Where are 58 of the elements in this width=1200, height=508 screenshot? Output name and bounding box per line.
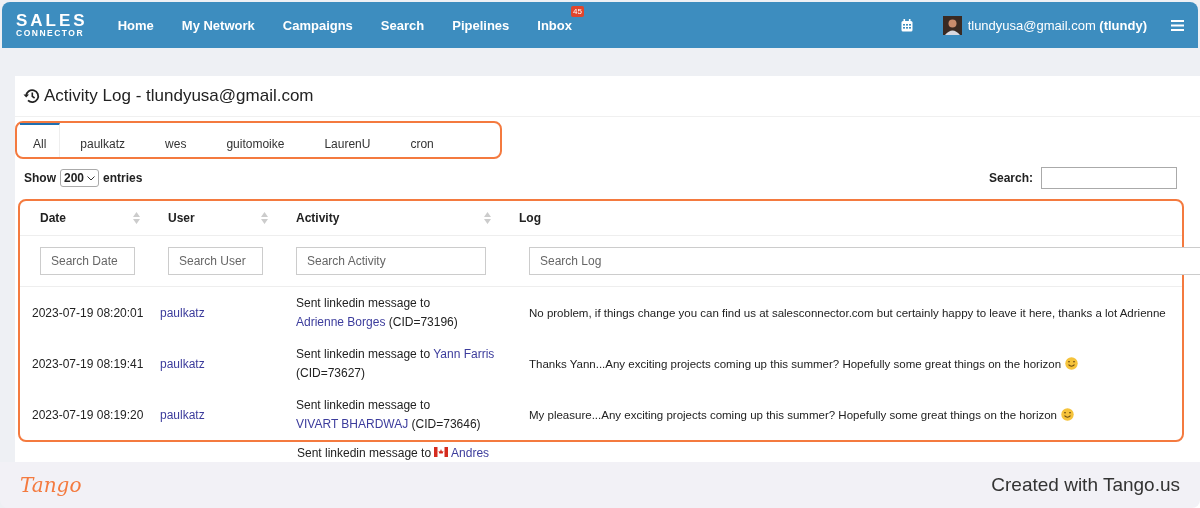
credit-text: Created with Tango.us (991, 474, 1180, 496)
sort-icon (133, 212, 140, 224)
log-message: My pleasure...Any exciting projects coming up this summer? Hopefully some great things on the horizon (529, 408, 1057, 421)
unread-count-badge: 45 (571, 6, 584, 17)
nav-link[interactable]: Campaigns (282, 18, 353, 33)
page-title: Activity Log - tlundyusa@gmail.com (44, 86, 314, 106)
entries-dropdown[interactable]: 200 (60, 169, 100, 187)
column-filter-field[interactable]: Search Log (529, 247, 1200, 275)
nav-link[interactable]: Inbox (537, 18, 572, 33)
contact-link[interactable]: Andres (451, 446, 490, 460)
user-tab[interactable]: paulkatz (80, 123, 126, 157)
column-filter-field[interactable]: Search User (168, 247, 263, 275)
history-icon (23, 88, 40, 104)
smiley-icon (1061, 408, 1074, 421)
chevron-icon (87, 175, 96, 181)
contact-link[interactable]: Yann Farris (433, 346, 495, 361)
column-header[interactable]: Log (499, 211, 1182, 225)
activity-cell-text: Sent linkedin message to Yann Farris (CID=73627) (295, 345, 496, 382)
entries-label: entries (103, 171, 143, 185)
search-field[interactable] (1041, 167, 1177, 189)
log-message: No problem, if things change you can find us at salesconnector.com but certainly happy to leave it here, thanks a lot Adrienne (529, 306, 1166, 319)
user-tab[interactable]: cron (410, 123, 434, 157)
user-link[interactable]: paulkatz (148, 356, 276, 371)
logo[interactable]: SALES CONNECTOR (16, 12, 88, 38)
avatar-icon[interactable] (942, 15, 962, 35)
column-header[interactable]: Activity (276, 211, 499, 225)
nav-link[interactable]: Search (380, 18, 425, 33)
user-link[interactable]: paulkatz (148, 407, 276, 422)
log-message: Thanks Yann...Any exciting projects coming up this summer? Hopefully some great things on the horizon (529, 357, 1062, 370)
user-tab[interactable]: LaurenU (324, 123, 371, 157)
sort-icon (484, 212, 491, 224)
activity-cell-text: Sent linkedin message to Andres (296, 446, 491, 460)
contact-link[interactable]: Adrienne Borges (296, 314, 386, 329)
contact-link[interactable]: VIVART BHARDWAJ (296, 416, 409, 431)
brand-logo: Tango (20, 473, 82, 497)
date-cell-text: 2023-07-19 08:19:20 (31, 407, 145, 422)
column-filter-field[interactable]: Search Activity (296, 247, 486, 275)
search-label: Search: (988, 171, 1033, 185)
smiley-icon (1065, 357, 1079, 370)
date-cell-text: 2023-07-19 08:19:41 (31, 356, 145, 371)
nav-link[interactable]: My Network (181, 18, 255, 33)
show-label: Show (24, 171, 56, 185)
calendar-icon[interactable] (900, 18, 913, 32)
date-cell-text: 2023-07-19 08:20:01 (31, 305, 145, 320)
activity-cell-text: Sent linkedin message to Adrienne Borges (CID=73196) (295, 294, 459, 331)
nav-link[interactable]: Home (117, 18, 154, 33)
menu-icon[interactable] (1171, 19, 1184, 31)
activity-cell-text: Sent linkedin message to VIVART BHARDWAJ (CID=73646) (295, 396, 482, 433)
column-filter-field[interactable]: Search Date (40, 247, 135, 275)
user-tab[interactable]: wes (165, 123, 187, 157)
user-tab[interactable]: guitomoike (226, 123, 285, 157)
user-link[interactable]: paulkatz (148, 305, 276, 320)
sort-icon (261, 212, 268, 224)
column-header[interactable]: User (148, 211, 276, 225)
user-account-link[interactable]: tlundyusa@gmail.com (tlundy) (967, 17, 1147, 33)
nav-link[interactable]: Pipelines (452, 18, 510, 33)
column-header[interactable]: Date (20, 211, 148, 225)
user-tab[interactable]: All (20, 123, 61, 157)
